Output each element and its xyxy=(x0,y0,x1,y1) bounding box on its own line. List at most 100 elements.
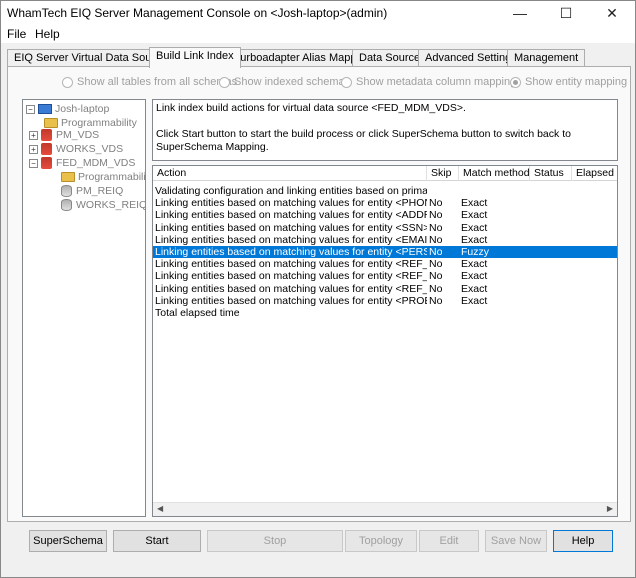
radio-entity-mapping[interactable]: Show entity mapping xyxy=(510,75,627,89)
tree-label: PM_VDS xyxy=(56,129,100,141)
window-title: WhamTech EIQ Server Management Console o… xyxy=(7,6,388,20)
cell-method: Exact xyxy=(461,197,488,210)
tree-node-programmability-2[interactable]: Programmability xyxy=(61,170,146,184)
cell-action: Linking entities based on matching value… xyxy=(155,282,427,295)
cell-method: Exact xyxy=(461,221,488,234)
tree-label: FED_MDM_VDS xyxy=(56,157,136,169)
save-now-button[interactable]: Save Now xyxy=(485,530,547,552)
radio-metadata-column-mapping[interactable]: Show metadata column mapping xyxy=(341,75,516,89)
cell-action: Linking entities based on matching value… xyxy=(155,258,427,271)
menu-bar: File Help xyxy=(1,25,635,43)
tree-node-works-reiq[interactable]: WORKS_REIQ xyxy=(61,198,146,212)
expand-icon[interactable]: + xyxy=(29,130,38,140)
cell-skip: No xyxy=(429,209,443,222)
table-row[interactable]: Linking entities based on matching value… xyxy=(153,246,617,258)
horizontal-scrollbar[interactable]: ◀ ▶ xyxy=(153,502,617,516)
actions-grid[interactable]: Action Skip Match method Status Elapsed … xyxy=(152,165,618,517)
expand-icon[interactable]: + xyxy=(29,144,38,154)
tree-node-pm-reiq[interactable]: PM_REIQ xyxy=(61,184,123,198)
tree-label: Programmability xyxy=(78,171,146,183)
column-header-elapsed-time[interactable]: Elapsed time xyxy=(572,166,617,181)
maximize-button[interactable]: ☐ xyxy=(543,1,589,25)
main-window: WhamTech EIQ Server Management Console o… xyxy=(0,0,636,578)
cell-action: Linking entities based on matching value… xyxy=(155,221,427,234)
server-tree[interactable]: − Josh-laptop Programmability + PM_VDS +… xyxy=(22,99,146,517)
stop-button[interactable]: Stop xyxy=(207,530,343,552)
database-icon xyxy=(61,185,72,197)
column-header-skip[interactable]: Skip xyxy=(427,166,459,181)
column-header-action[interactable]: Action xyxy=(153,166,427,181)
title-bar: WhamTech EIQ Server Management Console o… xyxy=(1,1,635,25)
help-button[interactable]: Help xyxy=(553,530,613,552)
radio-label: Show metadata column mapping xyxy=(356,76,517,88)
table-row[interactable]: Linking entities based on matching value… xyxy=(153,282,617,295)
start-button[interactable]: Start xyxy=(113,530,201,552)
radio-label: Show entity mapping xyxy=(525,76,628,88)
menu-file[interactable]: File xyxy=(7,27,26,41)
radio-all-tables[interactable]: Show all tables from all schemas xyxy=(62,75,237,89)
cell-skip: No xyxy=(429,270,443,283)
radio-circle xyxy=(219,76,230,88)
table-row[interactable]: Total elapsed time xyxy=(153,307,617,319)
grid-header: Action Skip Match method Status Elapsed … xyxy=(153,166,617,181)
collapse-icon[interactable]: − xyxy=(29,158,38,168)
cell-method: Exact xyxy=(461,209,488,222)
table-row[interactable]: Linking entities based on matching value… xyxy=(153,209,617,222)
cell-action: Linking entities based on matching value… xyxy=(155,270,427,283)
radio-indexed-schemas[interactable]: Show indexed schemas xyxy=(219,75,350,89)
tab-management[interactable]: Management xyxy=(507,49,586,67)
radio-circle xyxy=(341,76,352,88)
topology-button[interactable]: Topology xyxy=(345,530,417,552)
tree-node-works-vds[interactable]: + WORKS_VDS xyxy=(29,142,123,156)
table-row[interactable]: Linking entities based on matching value… xyxy=(153,233,617,246)
tree-label: PM_REIQ xyxy=(76,185,124,197)
radio-label: Show indexed schemas xyxy=(234,76,351,88)
minimize-button[interactable]: — xyxy=(497,1,543,25)
cell-action: Linking entities based on matching value… xyxy=(155,294,427,307)
table-row[interactable]: Linking entities based on matching value… xyxy=(153,294,617,307)
cell-skip: No xyxy=(429,197,443,210)
cell-method: Exact xyxy=(461,270,488,283)
radio-circle xyxy=(62,76,73,88)
close-button[interactable]: ✕ xyxy=(589,1,635,25)
edit-button[interactable]: Edit xyxy=(419,530,479,552)
scroll-left-icon[interactable]: ◀ xyxy=(157,504,163,513)
cell-action: Linking entities based on matching value… xyxy=(155,209,427,222)
cell-action: Linking entities based on matching value… xyxy=(155,246,427,258)
cell-method: Exact xyxy=(461,294,488,307)
tree-label: WORKS_VDS xyxy=(56,143,124,155)
scroll-right-icon[interactable]: ▶ xyxy=(607,504,613,513)
column-header-status[interactable]: Status xyxy=(530,166,572,181)
cell-skip: No xyxy=(429,233,443,246)
cell-method: Fuzzy xyxy=(461,246,490,258)
table-row[interactable]: Linking entities based on matching value… xyxy=(153,258,617,271)
database-icon xyxy=(41,143,52,155)
tree-label: Josh-laptop xyxy=(55,103,110,115)
superschema-button[interactable]: SuperSchema xyxy=(29,530,107,552)
cell-skip: No xyxy=(429,294,443,307)
table-row[interactable]: Linking entities based on matching value… xyxy=(153,270,617,283)
tab-build-link-index[interactable]: Build Link Index xyxy=(149,47,241,68)
column-header-match-method[interactable]: Match method xyxy=(459,166,530,181)
laptop-icon xyxy=(38,104,52,114)
radio-label: Show all tables from all schemas xyxy=(77,76,238,88)
description-box: Link index build actions for virtual dat… xyxy=(152,99,618,161)
cell-method: Exact xyxy=(461,233,488,246)
description-line-1: Link index build actions for virtual dat… xyxy=(156,102,466,114)
tree-node-josh-laptop[interactable]: − Josh-laptop xyxy=(26,102,109,116)
database-icon xyxy=(41,129,52,141)
folder-icon xyxy=(44,118,58,128)
tree-node-pm-vds[interactable]: + PM_VDS xyxy=(29,128,99,142)
database-icon xyxy=(61,199,72,211)
tree-node-fed-mdm-vds[interactable]: − FED_MDM_VDS xyxy=(29,156,135,170)
tree-label: WORKS_REIQ xyxy=(76,199,146,211)
cell-action: Validating configuration and linking ent… xyxy=(155,185,427,197)
collapse-icon[interactable]: − xyxy=(26,104,35,114)
build-link-index-panel: Show all tables from all schemas Show in… xyxy=(7,66,631,522)
cell-action: Linking entities based on matching value… xyxy=(155,197,427,210)
cell-action: Linking entities based on matching value… xyxy=(155,233,427,246)
table-row[interactable]: Linking entities based on matching value… xyxy=(153,197,617,210)
table-row[interactable]: Validating configuration and linking ent… xyxy=(153,185,617,197)
menu-help[interactable]: Help xyxy=(35,27,60,41)
table-row[interactable]: Linking entities based on matching value… xyxy=(153,221,617,234)
